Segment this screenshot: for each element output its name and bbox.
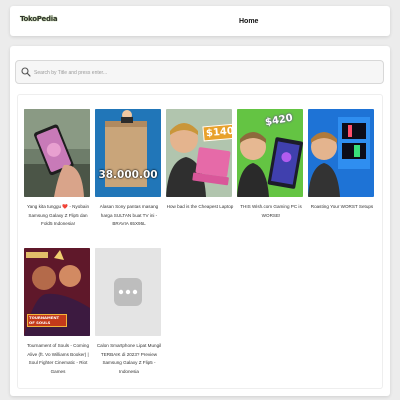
video-card[interactable]: Roasting Your WORST Setups	[308, 109, 376, 212]
video-title: Alasan Sony pantas masang harga SULTAN b…	[99, 204, 159, 226]
phone-hand-thumbnail	[24, 109, 90, 197]
video-card[interactable]: $420 THIS Wish.com Gaming PC is WORSE!	[237, 109, 305, 220]
setup-thumbnail	[308, 109, 374, 197]
video-title: THIS Wish.com Gaming PC is WORSE!	[240, 204, 302, 218]
search-input[interactable]	[34, 65, 374, 80]
video-overlay-text: $140	[202, 123, 232, 142]
video-title: Roasting Your WORST Setups	[310, 204, 374, 209]
search-icon	[21, 67, 31, 77]
video-title: Calon Smartphone Lipat Mungil TERBAIK di…	[96, 343, 162, 374]
video-card[interactable]: 38.000.00 Alasan Sony pantas masang harg…	[95, 109, 163, 229]
video-card[interactable]: Yang kita tunggu ❤️ - Nyobain Samsung Ga…	[24, 109, 92, 229]
video-card[interactable]: TOURNAMENT OF SOULS Tournament of Souls …	[24, 248, 92, 376]
video-overlay-text: TOURNAMENT OF SOULS	[27, 314, 67, 327]
video-overlay-text: 38.000.00	[98, 169, 158, 181]
video-title: How bad is the Cheapest Laptop	[166, 204, 234, 209]
video-card[interactable]: $140 How bad is the Cheapest Laptop	[166, 109, 234, 212]
nav-home-link[interactable]: Home	[239, 18, 258, 25]
search-bar	[15, 60, 384, 84]
gaming-pc-thumbnail: $420	[237, 109, 303, 197]
video-title: Yang kita tunggu ❤️ - Nyobain Samsung Ga…	[26, 204, 90, 226]
tournament-poster-thumbnail: TOURNAMENT OF SOULS	[24, 248, 90, 336]
video-grid: Yang kita tunggu ❤️ - Nyobain Samsung Ga…	[17, 94, 383, 389]
main-panel: Yang kita tunggu ❤️ - Nyobain Samsung Ga…	[10, 46, 390, 396]
sony-tv-box-thumbnail: 38.000.00	[95, 109, 161, 197]
video-card[interactable]: Calon Smartphone Lipat Mungil TERBAIK di…	[95, 248, 163, 376]
laptop-price-thumbnail: $140	[166, 109, 232, 197]
site-logo[interactable]: TokoPedia	[20, 15, 58, 23]
video-title: Tournament of Souls - Coming Alive (ft. …	[26, 343, 90, 374]
placeholder-thumbnail	[95, 248, 161, 336]
top-navbar: TokoPedia Home	[10, 6, 390, 36]
